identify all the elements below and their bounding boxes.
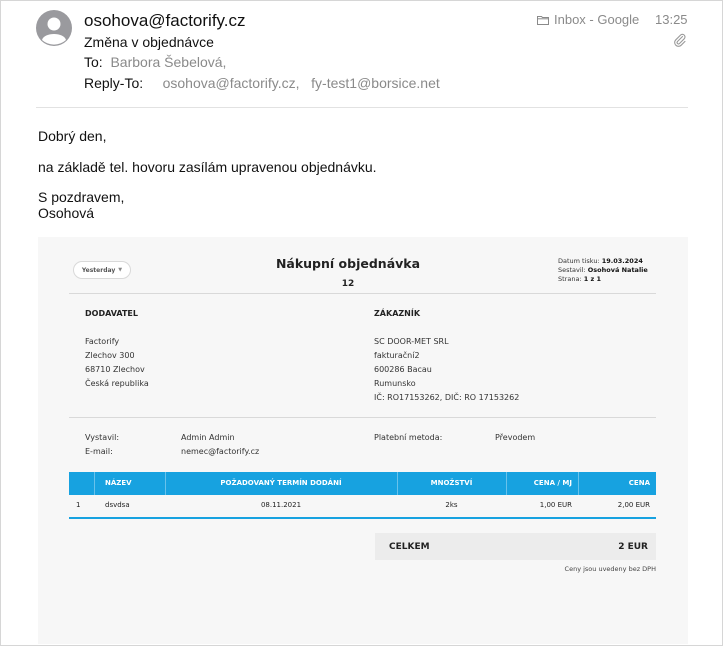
- page-value: 1 z 1: [583, 275, 602, 283]
- customer-line: fakturační2: [374, 351, 420, 360]
- folder-icon: [537, 15, 549, 25]
- greeting-text: Dobrý den,: [38, 128, 107, 144]
- customer-address: SC DOOR-MET SRL fakturační2 600286 Bacau…: [374, 335, 519, 405]
- column-header-name: NÁZEV: [105, 479, 132, 487]
- row-item-name: dsvdsa: [105, 501, 130, 509]
- table-bottom-border: [69, 517, 656, 519]
- customer-heading: ZÁKAZNÍK: [374, 309, 421, 318]
- document-number: 12: [341, 279, 355, 289]
- total-value: 2 EUR: [618, 542, 648, 552]
- issued-by-label: Vystavil:: [85, 433, 120, 442]
- customer-line: IČ: RO17153262, DIČ: RO 17153262: [374, 393, 520, 402]
- reply-to-label: Reply-To:: [84, 75, 144, 91]
- document-divider-top: [69, 293, 656, 294]
- mailbox-indicator[interactable]: Inbox - Google: [537, 12, 639, 27]
- page-label: Strana:: [558, 275, 582, 283]
- reply-to-row: Reply-To: osohova@factorify.cz, fy-test1…: [84, 75, 440, 91]
- payment-method-value: Převodem: [495, 433, 536, 442]
- reply-to-address-1[interactable]: osohova@factorify.cz,: [163, 75, 300, 91]
- customer-line: 600286 Bacau: [374, 365, 432, 374]
- document-divider-mid: [69, 417, 656, 418]
- vat-note: Ceny jsou uvedeny bez DPH: [564, 565, 656, 573]
- author-label: Sestavil:: [558, 266, 586, 274]
- header-divider: [36, 107, 688, 108]
- email-subject: Změna v objednávce: [84, 34, 214, 50]
- column-header-delivery-date: POŽADOVANÝ TERMÍN DODÁNÍ: [220, 479, 342, 487]
- supplier-address: Factorify Zlechov 300 68710 Zlechov Česk…: [85, 335, 149, 391]
- customer-line: SC DOOR-MET SRL: [374, 337, 449, 346]
- email-label: E-mail:: [85, 447, 113, 456]
- purchase-order-document: Yesterday ▼ Nákupní objednávka 12 Datum …: [38, 237, 688, 644]
- row-delivery-date: 08.11.2021: [260, 501, 302, 509]
- sender-address[interactable]: osohova@factorify.cz: [84, 11, 246, 31]
- column-header-unit-price: CENA / MJ: [533, 479, 572, 487]
- message-text: na základě tel. hovoru zasílám upravenou…: [38, 159, 377, 175]
- to-label: To:: [84, 54, 103, 70]
- paperclip-icon[interactable]: [673, 33, 687, 47]
- supplier-line: Česká republika: [85, 379, 149, 388]
- column-header-quantity: MNOŽSTVÍ: [430, 479, 473, 487]
- closing-text: S pozdravem,: [38, 189, 125, 205]
- supplier-line: Factorify: [85, 337, 120, 346]
- person-avatar-icon: [36, 10, 72, 46]
- items-table-header: NÁZEV POŽADOVANÝ TERMÍN DODÁNÍ MNOŽSTVÍ …: [69, 472, 656, 495]
- customer-line: Rumunsko: [374, 379, 416, 388]
- total-box: CELKEM 2 EUR: [375, 533, 656, 560]
- reply-to-address-2[interactable]: fy-test1@borsice.net: [311, 75, 440, 91]
- page-info: Strana: 1 z 1: [558, 275, 601, 283]
- row-index: 1: [76, 501, 81, 509]
- supplier-heading: DODAVATEL: [85, 309, 138, 318]
- chevron-down-icon: ▼: [118, 267, 123, 273]
- column-separator: [94, 472, 95, 495]
- author-value: Osohová Natalie: [587, 266, 648, 274]
- row-price: 2,00 EUR: [617, 501, 650, 509]
- payment-method-label: Platební metoda:: [374, 433, 443, 442]
- yesterday-button-label: Yesterday: [81, 266, 116, 274]
- row-unit-price: 1,00 EUR: [539, 501, 572, 509]
- to-recipient[interactable]: Barbora Šebelová,: [110, 54, 226, 70]
- to-row: To: Barbora Šebelová,: [84, 54, 226, 70]
- total-label: CELKEM: [389, 542, 430, 552]
- row-quantity: 2ks: [445, 501, 458, 509]
- mailbox-name: Inbox - Google: [554, 12, 640, 27]
- column-header-price: CENA: [628, 479, 650, 487]
- document-title: Nákupní objednávka: [275, 256, 421, 271]
- print-date: Datum tisku: 19.03.2024: [558, 257, 643, 265]
- issued-by-value: Admin Admin: [181, 433, 235, 442]
- received-time: 13:25: [655, 12, 688, 27]
- print-date-label: Datum tisku:: [558, 257, 600, 265]
- author: Sestavil: Osohová Natalie: [558, 266, 648, 274]
- email-value[interactable]: nemec@factorify.cz: [181, 447, 259, 456]
- signature-text: Osohová: [38, 205, 95, 221]
- print-date-value: 19.03.2024: [601, 257, 643, 265]
- yesterday-button[interactable]: Yesterday ▼: [73, 261, 131, 279]
- supplier-line: Zlechov 300: [85, 351, 135, 360]
- supplier-line: 68710 Zlechov: [85, 365, 145, 374]
